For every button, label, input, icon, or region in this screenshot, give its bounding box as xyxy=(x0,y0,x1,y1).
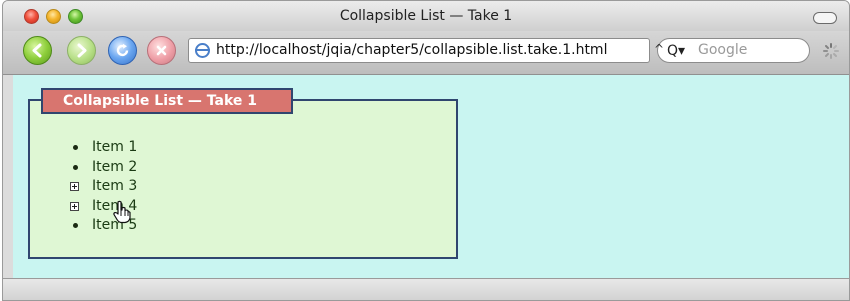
stop-icon xyxy=(156,45,167,56)
globe-icon xyxy=(195,43,210,58)
url-text[interactable]: http://localhost/jqia/chapter5/collapsib… xyxy=(216,42,607,58)
back-button[interactable] xyxy=(23,36,52,65)
search-icon[interactable]: Q▾ xyxy=(667,43,685,59)
bullet-icon xyxy=(73,223,78,228)
list-item-label: Item 2 xyxy=(92,158,138,175)
list-item-label: Item 1 xyxy=(92,139,138,155)
expand-plus-icon[interactable] xyxy=(70,182,79,191)
title-bar: Collapsible List — Take 1 xyxy=(3,1,849,31)
browser-toolbar: http://localhost/jqia/chapter5/collapsib… xyxy=(3,31,849,75)
bullet-icon xyxy=(73,164,78,170)
search-field[interactable]: ^ Q▾ Google xyxy=(654,38,810,63)
reload-button[interactable] xyxy=(108,36,137,65)
browser-window: Collapsible List — Take 1 http://localho… xyxy=(2,0,850,301)
forward-button[interactable] xyxy=(67,36,96,65)
search-placeholder: Google xyxy=(698,42,748,58)
list-item-label: Item 3 xyxy=(92,178,138,194)
expand-plus-icon[interactable] xyxy=(70,201,79,211)
window-title: Collapsible List — Take 1 xyxy=(339,8,513,24)
address-bar[interactable]: http://localhost/jqia/chapter5/collapsib… xyxy=(188,38,650,63)
search-caret-icon: ^ xyxy=(654,42,665,56)
toolbar-toggle-button[interactable] xyxy=(813,12,837,24)
bullet-icon xyxy=(73,145,78,150)
stop-button[interactable] xyxy=(147,36,176,65)
back-icon xyxy=(32,43,42,58)
spinner-icon xyxy=(823,43,839,59)
page-content: Collapsible List — Take 1 Item 1 Item 2 … xyxy=(13,75,849,278)
status-bar xyxy=(3,278,849,300)
fieldset-legend: Collapsible List — Take 1 xyxy=(41,88,293,114)
hand-cursor-icon xyxy=(113,200,131,224)
reload-icon xyxy=(116,43,129,57)
forward-icon xyxy=(77,43,87,58)
